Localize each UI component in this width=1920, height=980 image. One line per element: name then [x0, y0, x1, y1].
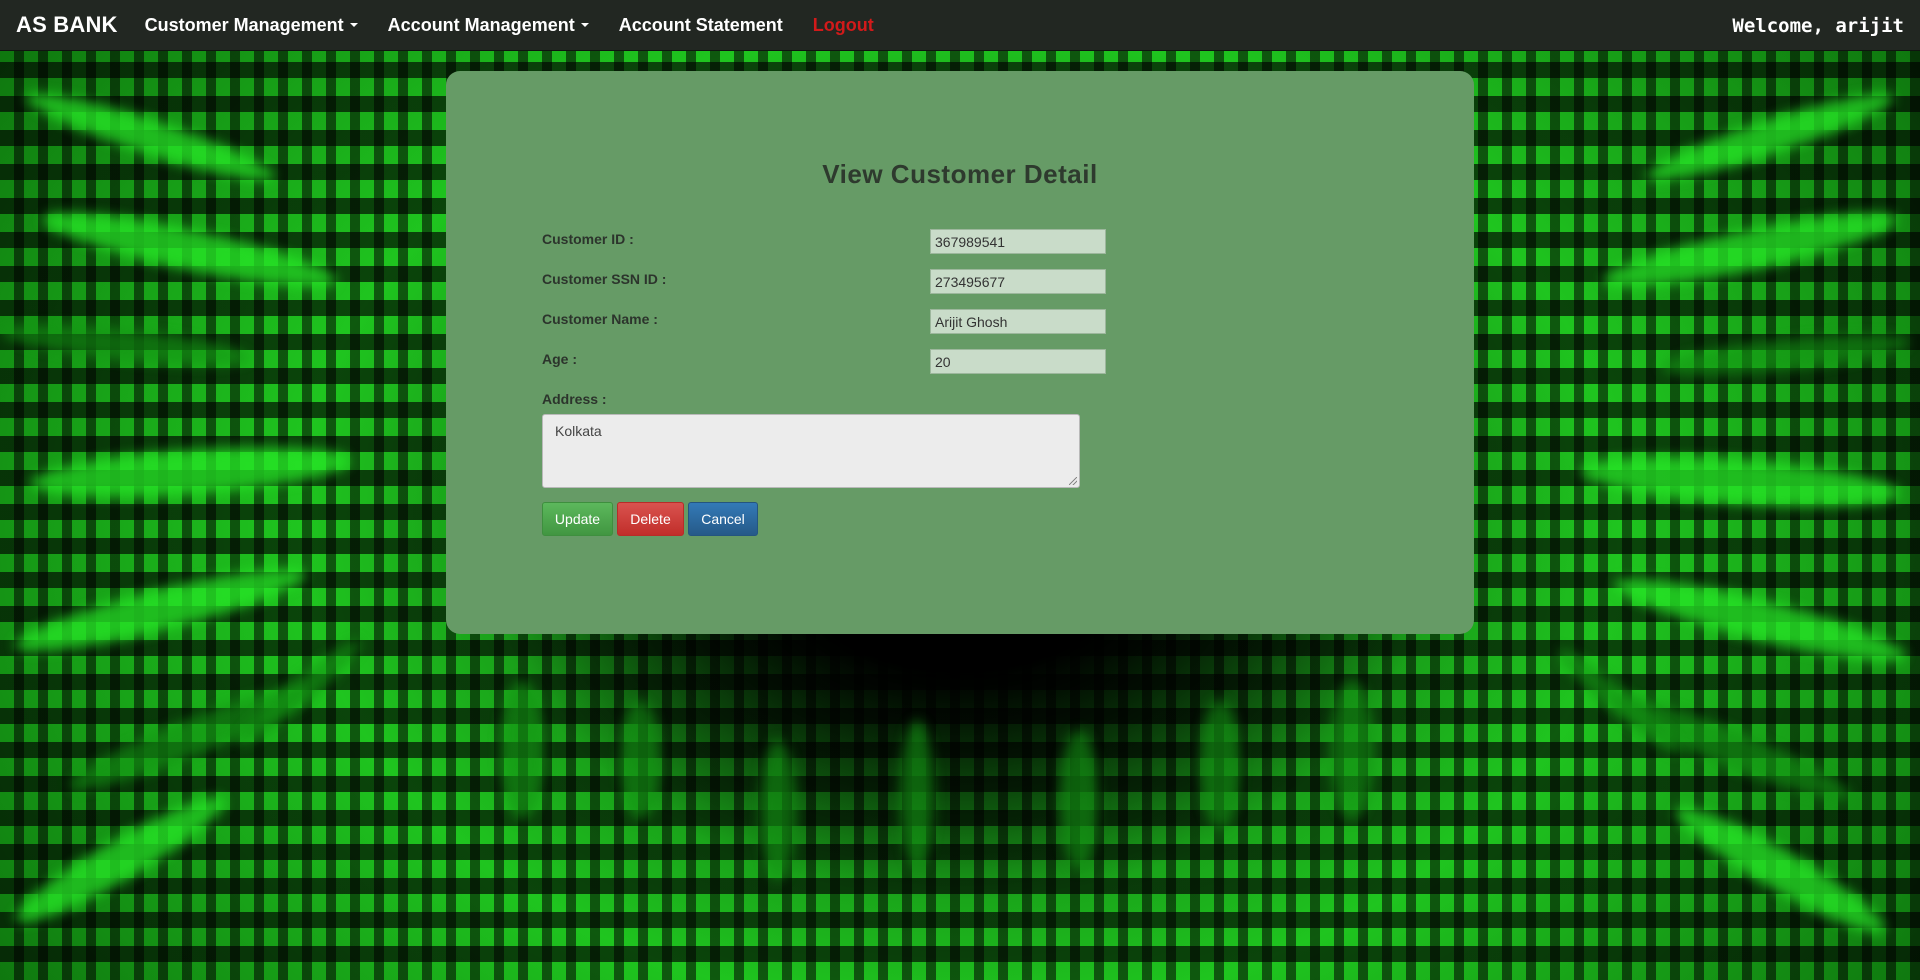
customer-ssn-id-label: Customer SSN ID : [542, 271, 667, 287]
age-label: Age : [542, 351, 577, 367]
delete-button[interactable]: Delete [617, 502, 684, 536]
customer-detail-panel: View Customer Detail Customer ID : 36798… [446, 71, 1474, 634]
resize-handle-icon[interactable] [1069, 477, 1077, 485]
brand-logo[interactable]: AS BANK [0, 12, 130, 38]
nav-account-management-label: Account Management [387, 14, 575, 35]
welcome-message: Welcome, arijit [1732, 14, 1904, 37]
nav-customer-management-label: Customer Management [144, 14, 344, 35]
address-label: Address : [542, 391, 607, 407]
nav-customer-management[interactable]: Customer Management [130, 0, 373, 51]
caret-down-icon [349, 23, 358, 27]
update-button[interactable]: Update [542, 502, 613, 536]
customer-id-field[interactable]: 367989541 [930, 229, 1106, 254]
address-value: Kolkata [555, 423, 602, 439]
top-navbar: AS BANK Customer Management Account Mana… [0, 0, 1920, 51]
customer-ssn-id-field[interactable]: 273495677 [930, 269, 1106, 294]
nav-account-management[interactable]: Account Management [373, 0, 604, 51]
age-field[interactable]: 20 [930, 349, 1106, 374]
nav-account-statement[interactable]: Account Statement [604, 0, 798, 51]
nav-logout[interactable]: Logout [798, 0, 889, 51]
customer-name-field[interactable]: Arijit Ghosh [930, 309, 1106, 334]
page-title: View Customer Detail [822, 159, 1098, 189]
customer-name-label: Customer Name : [542, 311, 658, 327]
customer-id-label: Customer ID : [542, 231, 634, 247]
caret-down-icon [580, 23, 589, 27]
address-textarea[interactable]: Kolkata [542, 414, 1080, 488]
cancel-button[interactable]: Cancel [688, 502, 758, 536]
